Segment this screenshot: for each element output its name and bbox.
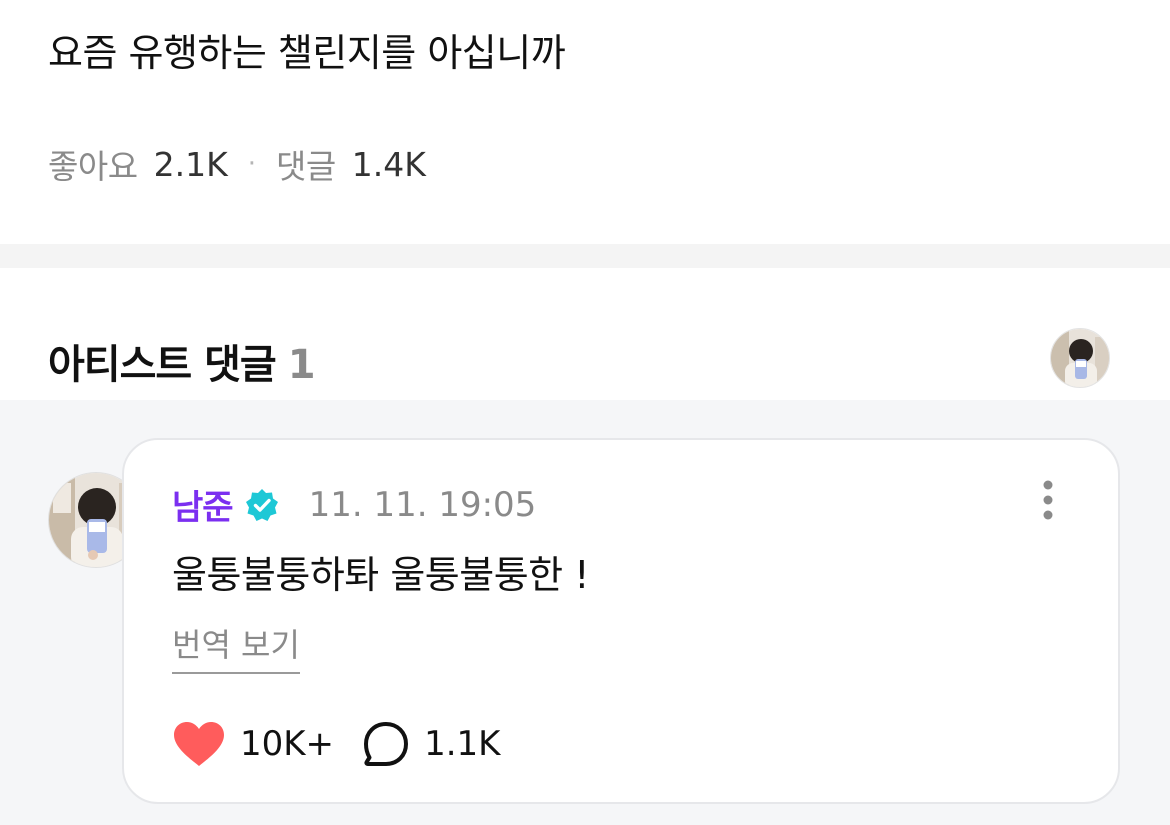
translate-button[interactable]: 번역 보기	[172, 620, 300, 674]
likes-label[interactable]: 좋아요	[48, 140, 138, 188]
likes-count[interactable]: 2.1K	[154, 145, 228, 184]
post-text: 요즘 유행하는 챌린지를 아십니까	[48, 31, 566, 75]
verified-badge-icon	[245, 488, 278, 521]
post-stats: 좋아요 2.1K · 댓글 1.4K	[48, 140, 426, 188]
comment-header: 남준 11. 11. 19:05	[172, 480, 536, 529]
comment-like-count[interactable]: 10K+	[240, 724, 334, 764]
artist-comments-count: 1	[287, 342, 316, 388]
artist-comment-area: 남준 11. 11. 19:05 울퉁불퉁하톼 울퉁불퉁한 ! 번역 보기 10…	[0, 400, 1170, 825]
comments-count[interactable]: 1.4K	[352, 145, 426, 184]
artist-comments-title-label: 아티스트 댓글	[48, 342, 277, 388]
comment-actions: 10K+ 1.1K	[172, 720, 500, 768]
heart-icon[interactable]	[172, 720, 226, 768]
speech-bubble-icon[interactable]	[362, 720, 410, 768]
more-vertical-icon[interactable]	[1038, 480, 1058, 520]
post-body: 요즘 유행하는 챌린지를 아십니까 좋아요 2.1K · 댓글 1.4K	[0, 0, 1170, 244]
comments-label[interactable]: 댓글	[276, 140, 336, 188]
comment-timestamp: 11. 11. 19:05	[308, 484, 537, 525]
comment-reply-count[interactable]: 1.1K	[424, 724, 500, 764]
artist-comments-header: 아티스트 댓글 1	[0, 268, 1170, 400]
avatar-photo	[1051, 329, 1109, 387]
artist-comment-card: 남준 11. 11. 19:05 울퉁불퉁하톼 울퉁불퉁한 ! 번역 보기 10…	[122, 438, 1120, 804]
section-divider	[0, 244, 1170, 268]
comment-text: 울퉁불퉁하톼 울퉁불퉁한 !	[172, 553, 589, 597]
comment-author-name[interactable]: 남준	[172, 480, 234, 529]
artist-comments-title: 아티스트 댓글 1	[48, 332, 316, 390]
post-detail-page: 요즘 유행하는 챌린지를 아십니까 좋아요 2.1K · 댓글 1.4K 아티스…	[0, 0, 1170, 825]
stats-separator: ·	[247, 149, 256, 179]
artist-avatar[interactable]	[1050, 328, 1110, 388]
